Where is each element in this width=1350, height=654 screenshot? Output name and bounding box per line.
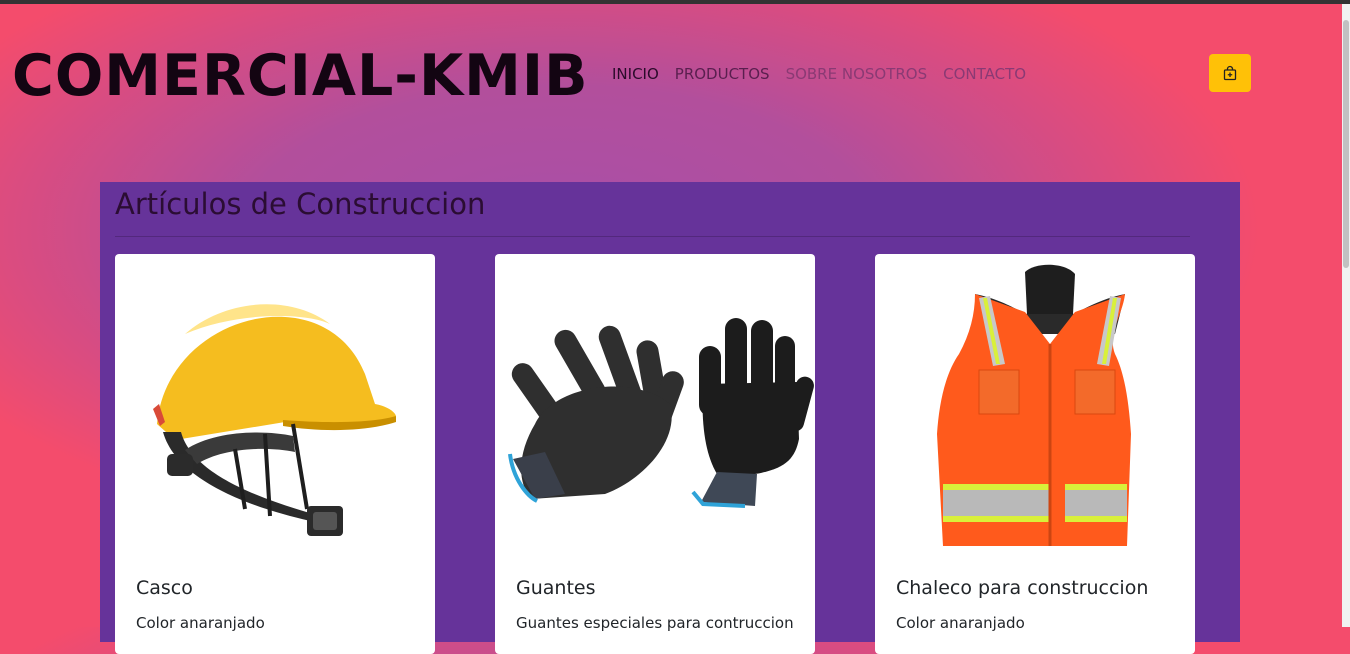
products-section: Artículos de Construccion Casco Color an… xyxy=(100,182,1240,654)
safety-vest-image xyxy=(937,264,1131,546)
product-card-casco[interactable]: Casco Color anaranjado xyxy=(115,254,435,654)
nav-item-contacto[interactable]: CONTACTO xyxy=(943,64,1026,84)
product-description: Color anaranjado xyxy=(136,614,265,632)
product-name: Casco xyxy=(136,577,193,599)
section-title: Artículos de Construccion xyxy=(115,187,486,221)
product-name: Guantes xyxy=(516,577,596,599)
product-description: Color anaranjado xyxy=(896,614,1025,632)
gloves-image xyxy=(508,318,814,508)
product-name: Chaleco para construccion xyxy=(896,577,1149,599)
section-divider xyxy=(115,236,1190,237)
shopping-bag-icon xyxy=(1223,65,1237,81)
cart-button[interactable] xyxy=(1209,54,1251,92)
product-card-guantes[interactable]: Guantes Guantes especiales para contrucc… xyxy=(495,254,815,654)
main-nav: INICIO PRODUCTOS SOBRE NOSOTROS CONTACTO xyxy=(612,64,1026,84)
nav-item-productos[interactable]: PRODUCTOS xyxy=(675,64,770,84)
brand-logo[interactable]: COMERCIAL-KMIB xyxy=(12,36,589,116)
browser-top-border xyxy=(0,0,1350,4)
nav-item-inicio[interactable]: INICIO xyxy=(612,64,659,84)
product-card-chaleco[interactable]: Chaleco para construccion Color anaranja… xyxy=(875,254,1195,654)
page-scrollbar[interactable] xyxy=(1342,4,1350,627)
product-description: Guantes especiales para contruccion xyxy=(516,614,794,632)
hard-hat-image xyxy=(153,304,396,536)
nav-item-sobre-nosotros[interactable]: SOBRE NOSOTROS xyxy=(786,64,928,84)
scrollbar-thumb[interactable] xyxy=(1343,20,1349,268)
